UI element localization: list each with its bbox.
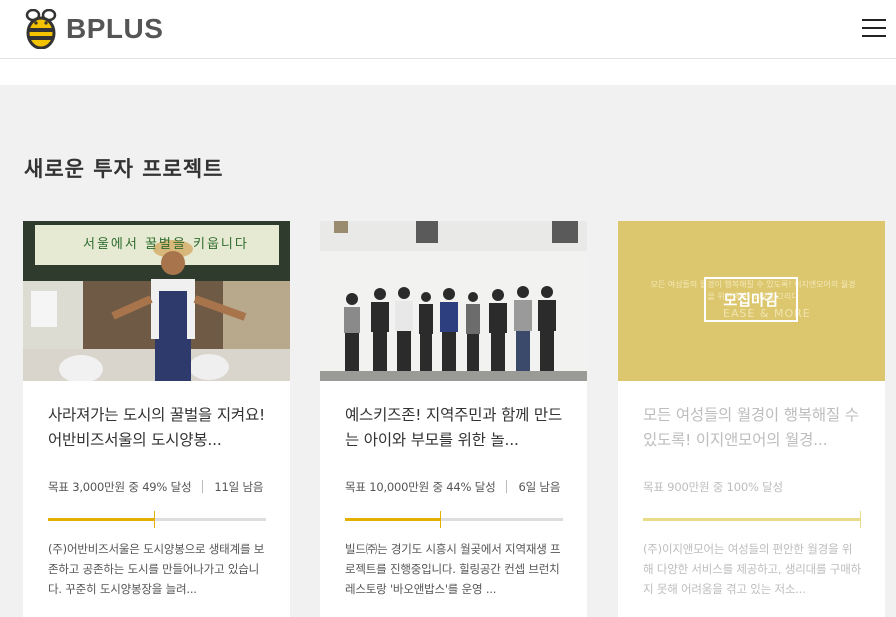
closed-overlay: 모든 여성들의 월경이 행복해질 수 있도록! 이지앤모어의 월경을 위한 착한… (618, 221, 885, 381)
project-description: (주)이지앤모어는 여성들의 편안한 월경을 위해 다양한 서비스를 제공하고,… (643, 542, 861, 596)
project-remaining: 6일 남음 (518, 480, 561, 494)
project-card-closed[interactable]: 모든 여성들의 월경이 행복해질 수 있도록! 이지앤모어의 월경을 위한 착한… (618, 221, 885, 617)
project-image[interactable]: 서울에서 꿀벌을 키웁니다 (23, 221, 290, 381)
progress-fill (345, 518, 441, 521)
project-meta: 목표 900만원 중 100% 달성 (643, 476, 861, 498)
project-title[interactable]: 모든 여성들의 월경이 행복해질 수 있도록! 이지앤모어의 월경... (643, 403, 861, 453)
logo-text: BPLUS (66, 13, 164, 44)
section-title: 새로운 투자 프로젝트 (24, 157, 224, 181)
site-header: BPLUS (0, 0, 896, 59)
progress-bar (643, 511, 861, 528)
divider (506, 480, 508, 493)
project-image[interactable] (320, 221, 587, 381)
project-image[interactable]: 모든 여성들의 월경이 행복해질 수 있도록! 이지앤모어의 월경을 위한 착한… (618, 221, 885, 381)
project-meta: 목표 10,000만원 중 44% 달성 6일 남음 (345, 476, 563, 498)
bee-icon (25, 9, 57, 49)
project-meta: 목표 3,000만원 중 49% 달성 11일 남음 (48, 476, 266, 498)
project-description: (주)어반비즈서울은 도시양봉으로 생태계를 보존하고 공존하는 도시를 만들어… (48, 542, 265, 596)
progress-fill (48, 518, 155, 521)
progress-bar (345, 511, 563, 528)
hamburger-menu-icon[interactable] (862, 19, 886, 37)
project-remaining: 11일 남음 (214, 480, 264, 494)
project-card[interactable]: 서울에서 꿀벌을 키웁니다 사라져가는 도시의 꿀벌을 지켜요! 어반비즈서울의… (23, 221, 290, 617)
project-goal: 목표 10,000만원 중 44% 달성 (345, 480, 496, 494)
project-goal: 목표 3,000만원 중 49% 달성 (48, 480, 192, 494)
progress-marker (860, 511, 861, 528)
progress-marker (153, 511, 155, 528)
header-spacer (0, 59, 896, 85)
progress-fill (643, 518, 861, 521)
divider (202, 480, 204, 493)
project-title[interactable]: 사라져가는 도시의 꿀벌을 지켜요! 어반비즈서울의 도시양봉... (48, 403, 266, 453)
project-goal: 목표 900만원 중 100% 달성 (643, 480, 783, 494)
image-banner-text: 서울에서 꿀벌을 키웁니다 (83, 237, 249, 252)
logo[interactable]: BPLUS (22, 9, 163, 49)
progress-bar (48, 511, 266, 528)
project-title[interactable]: 예스키즈존! 지역주민과 함께 만드는 아이와 부모를 위한 놀... (345, 403, 563, 453)
project-description: 빌드㈜는 경기도 시흥시 월곶에서 지역재생 프로젝트를 진행중입니다. 힐링공… (345, 542, 561, 596)
progress-marker (439, 511, 441, 528)
project-card[interactable]: 예스키즈존! 지역주민과 함께 만드는 아이와 부모를 위한 놀... 목표 1… (320, 221, 587, 617)
closed-badge: 모집마감 (704, 277, 798, 322)
